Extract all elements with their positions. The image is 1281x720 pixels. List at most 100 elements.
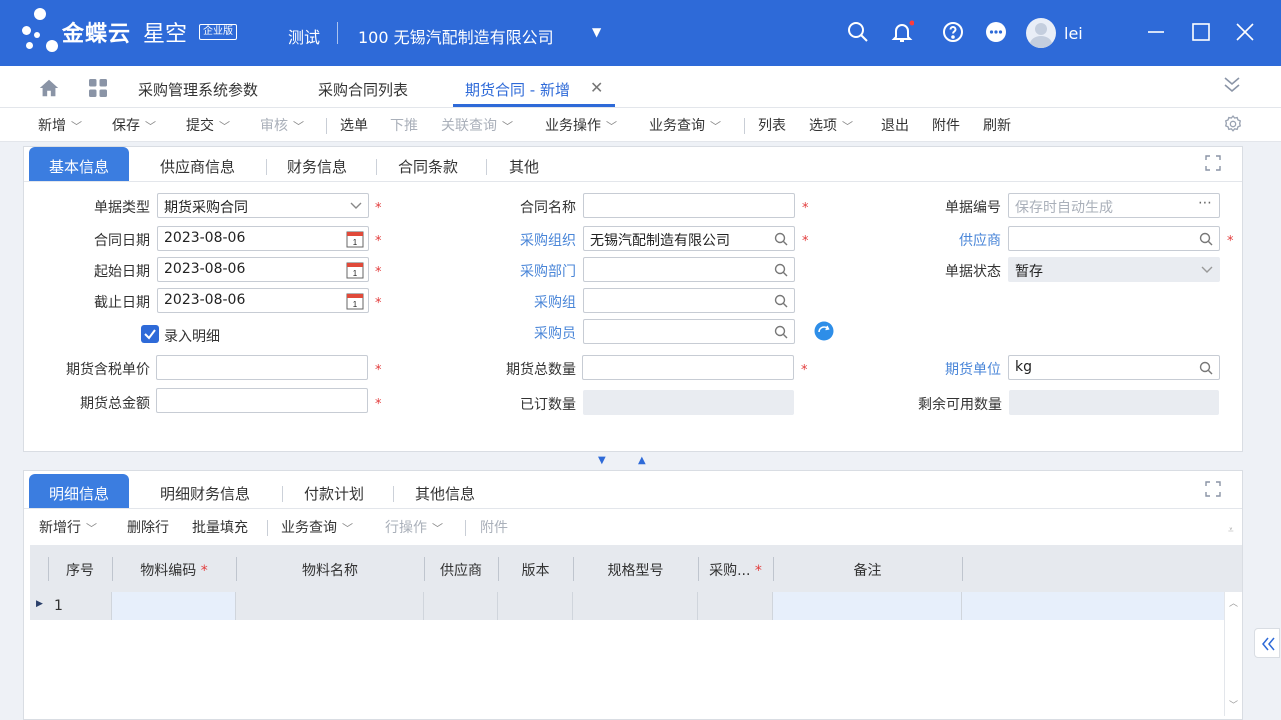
purchase-org-field[interactable]: 无锡汽配制造有限公司: [583, 226, 795, 251]
exit-button[interactable]: 退出: [881, 115, 909, 135]
tab-detail-info[interactable]: 明细信息: [29, 474, 130, 508]
doc-type-select[interactable]: 期货采购合同: [157, 193, 369, 218]
business-query-button[interactable]: 业务查询 ﹀: [649, 115, 721, 135]
col-remark[interactable]: 备注: [773, 560, 962, 580]
table-row[interactable]: ▶ 1: [30, 592, 1224, 620]
purchase-dept-field[interactable]: [583, 257, 795, 282]
gear-icon[interactable]: [1223, 114, 1243, 134]
maximize-icon[interactable]: [1189, 20, 1213, 44]
purchase-group-field[interactable]: [583, 288, 795, 313]
tab-other[interactable]: 其他: [509, 147, 539, 181]
tab-basic-info[interactable]: 基本信息: [29, 147, 130, 181]
purchase-group-label[interactable]: 采购组: [496, 292, 576, 312]
end-date-field[interactable]: 2023-08-06 1: [157, 288, 369, 313]
tab-purchase-params[interactable]: 采购管理系统参数: [138, 79, 258, 100]
cell-material-code[interactable]: [112, 592, 236, 620]
search-icon[interactable]: [774, 263, 788, 277]
col-seq[interactable]: 序号: [48, 560, 112, 580]
help-icon[interactable]: [941, 20, 965, 44]
add-row-button[interactable]: 新增行 ﹀: [39, 517, 97, 537]
refresh-buyer-icon[interactable]: [814, 321, 834, 341]
tab-contract-list[interactable]: 采购合同列表: [318, 79, 408, 100]
grid-scrollbar[interactable]: ︿ ﹀: [1224, 592, 1242, 716]
close-window-icon[interactable]: [1233, 20, 1257, 44]
options-button[interactable]: 选项 ﹀: [809, 115, 853, 135]
scroll-down-icon[interactable]: ﹀: [1229, 698, 1238, 711]
unit-price-field[interactable]: [156, 355, 368, 380]
bell-icon[interactable]: [890, 20, 914, 44]
submit-button[interactable]: 提交 ﹀: [186, 115, 230, 135]
user-avatar[interactable]: [1026, 18, 1056, 48]
chevron-double-down-icon[interactable]: [1221, 74, 1243, 96]
contract-date-field[interactable]: 2023-08-06 1: [157, 226, 369, 251]
search-icon[interactable]: [774, 294, 788, 308]
calendar-icon[interactable]: 1: [346, 261, 364, 279]
expand-icon[interactable]: [1204, 480, 1222, 498]
detail-business-query-button[interactable]: 业务查询 ﹀: [281, 517, 353, 537]
delete-row-button[interactable]: 删除行: [127, 517, 169, 537]
row-operation-button[interactable]: 行操作 ﹀: [385, 517, 443, 537]
col-purchase[interactable]: 采购... *: [698, 560, 773, 580]
supplier-field[interactable]: [1008, 226, 1220, 251]
tab-futures-contract-new[interactable]: 期货合同 - 新增: [465, 79, 570, 100]
col-spec-model[interactable]: 规格型号: [573, 560, 698, 580]
org-dropdown-icon[interactable]: ▼: [592, 25, 601, 39]
expand-icon[interactable]: [1204, 154, 1222, 172]
select-bill-button[interactable]: 选单: [340, 115, 368, 135]
tab-detail-finance[interactable]: 明细财务信息: [160, 474, 250, 508]
attachment-button[interactable]: 附件: [932, 115, 960, 135]
search-icon[interactable]: [1199, 361, 1213, 375]
purchase-dept-label[interactable]: 采购部门: [496, 261, 576, 281]
calendar-icon[interactable]: 1: [346, 230, 364, 248]
unit-label[interactable]: 期货单位: [921, 359, 1001, 379]
splitter-down-icon[interactable]: ▼: [598, 455, 606, 466]
related-query-button[interactable]: 关联查询 ﹀: [441, 115, 513, 135]
new-button[interactable]: 新增 ﹀: [38, 115, 82, 135]
detail-attachment-button[interactable]: 附件: [480, 517, 508, 537]
contract-name-field[interactable]: [583, 193, 795, 218]
cell-remark[interactable]: [773, 592, 962, 620]
doc-no-field[interactable]: 保存时自动生成 ⋯: [1008, 193, 1220, 218]
total-amount-field[interactable]: [156, 388, 368, 413]
environment-label[interactable]: 测试: [288, 24, 320, 48]
minimize-icon[interactable]: [1144, 20, 1168, 44]
unit-field[interactable]: kg: [1008, 355, 1220, 380]
col-supplier[interactable]: 供应商: [424, 560, 498, 580]
splitter-up-icon[interactable]: ▲: [638, 455, 646, 466]
search-icon[interactable]: [1199, 232, 1213, 246]
enter-detail-checkbox[interactable]: [141, 325, 159, 343]
cell-seq[interactable]: 1: [48, 592, 112, 620]
filter-icon[interactable]: ⩡: [1228, 525, 1234, 536]
home-icon[interactable]: [38, 77, 60, 99]
col-version[interactable]: 版本: [498, 560, 573, 580]
close-tab-icon[interactable]: ✕: [590, 78, 603, 97]
business-operation-button[interactable]: 业务操作 ﹀: [545, 115, 617, 135]
scroll-up-icon[interactable]: ︿: [1229, 596, 1238, 609]
calendar-icon[interactable]: 1: [346, 292, 364, 310]
tab-supplier-info[interactable]: 供应商信息: [160, 147, 235, 181]
search-icon[interactable]: [774, 232, 788, 246]
more-icon[interactable]: [984, 20, 1008, 44]
audit-button[interactable]: 审核 ﹀: [260, 115, 304, 135]
user-name[interactable]: lei: [1064, 24, 1083, 43]
search-icon[interactable]: [846, 20, 870, 44]
col-material-name[interactable]: 物料名称: [236, 560, 424, 580]
side-panel-toggle[interactable]: [1254, 628, 1280, 658]
supplier-label[interactable]: 供应商: [921, 230, 1001, 250]
tab-other-info[interactable]: 其他信息: [415, 474, 475, 508]
org-selector[interactable]: 100 无锡汽配制造有限公司: [358, 24, 554, 48]
tab-finance-info[interactable]: 财务信息: [287, 147, 347, 181]
tab-payment-plan[interactable]: 付款计划: [304, 474, 364, 508]
start-date-field[interactable]: 2023-08-06 1: [157, 257, 369, 282]
apps-grid-icon[interactable]: [88, 78, 108, 98]
batch-fill-button[interactable]: 批量填充: [192, 517, 248, 537]
buyer-label[interactable]: 采购员: [496, 323, 576, 343]
ellipsis-icon[interactable]: ⋯: [1198, 195, 1212, 211]
search-icon[interactable]: [774, 325, 788, 339]
col-material-code[interactable]: 物料编码 *: [112, 560, 236, 580]
push-down-button[interactable]: 下推: [390, 115, 418, 135]
buyer-field[interactable]: [583, 319, 795, 344]
list-button[interactable]: 列表: [758, 115, 786, 135]
tab-contract-terms[interactable]: 合同条款: [398, 147, 458, 181]
save-button[interactable]: 保存 ﹀: [112, 115, 156, 135]
